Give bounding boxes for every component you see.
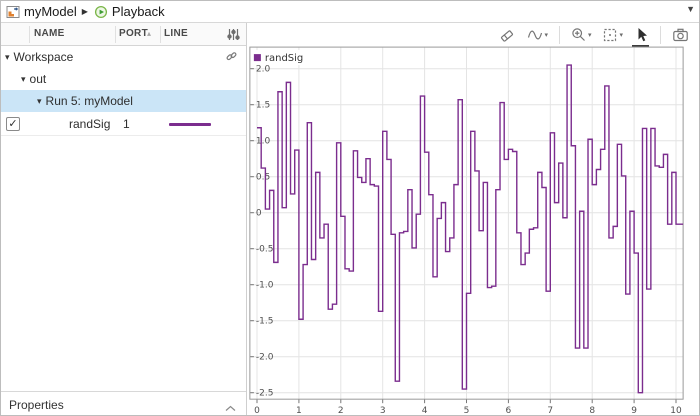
playback-icon: [94, 5, 108, 19]
signal-table-header: NAME PORT ▴ LINE: [1, 23, 246, 46]
eraser-button[interactable]: [497, 26, 518, 44]
svg-text:-1.0: -1.0: [256, 281, 274, 291]
cursor-arrow-button[interactable]: [632, 26, 651, 47]
playback-plot[interactable]: 0 1 2 3 4 5 6 7 8 9 10 2.0 1.5 1.0 0.5 0 -0.5 -1.0 -1.5 -2.…: [247, 45, 699, 416]
svg-text:1.0: 1.0: [256, 137, 271, 147]
plot-legend: randSig: [250, 50, 311, 66]
tree-row-run[interactable]: ▾ Run 5: myModel: [1, 90, 246, 112]
tree-row-out[interactable]: ▾ out: [1, 68, 246, 90]
svg-text:4: 4: [422, 406, 428, 416]
column-divider: [29, 26, 30, 43]
dropdown-caret-icon[interactable]: ▾: [544, 31, 548, 39]
tree-row-signal[interactable]: ✓ randSig 1: [1, 112, 246, 136]
fit-to-view-button[interactable]: ▾: [600, 26, 625, 44]
breadcrumb-model[interactable]: myModel: [24, 4, 77, 19]
svg-text:10: 10: [670, 406, 682, 416]
tree-expand-icon[interactable]: ▾: [5, 52, 10, 63]
plot-panel: ▾ ▾ ▾ 0 1 2 3 4 5 6 7 8 9 10 2.0 1.5 1.0…: [247, 23, 699, 416]
sort-ascending-icon[interactable]: ▴: [147, 29, 151, 38]
breadcrumb: myModel ▶ Playback ▼: [1, 1, 699, 23]
svg-text:0: 0: [254, 406, 260, 416]
svg-text:-1.5: -1.5: [256, 317, 274, 327]
signal-browser-panel: NAME PORT ▴ LINE ▾ Workspace ▾ out ▾ Run…: [1, 23, 246, 415]
collapse-chevron-icon[interactable]: [225, 401, 236, 415]
column-header-port[interactable]: PORT: [119, 28, 148, 39]
svg-text:1: 1: [296, 406, 302, 416]
signal-line-swatch[interactable]: [169, 123, 211, 126]
svg-text:-2.5: -2.5: [256, 389, 274, 399]
plot-toolbar: ▾ ▾ ▾: [247, 23, 699, 47]
svg-text:9: 9: [631, 406, 637, 416]
svg-text:3: 3: [380, 406, 386, 416]
breadcrumb-view[interactable]: Playback: [112, 4, 165, 19]
svg-text:0.5: 0.5: [256, 173, 270, 183]
simulink-model-icon: [6, 5, 20, 19]
zoom-in-button[interactable]: ▾: [569, 26, 594, 44]
column-divider[interactable]: [115, 26, 116, 43]
column-header-name[interactable]: NAME: [34, 28, 65, 39]
camera-snapshot-button[interactable]: [670, 26, 691, 44]
svg-text:8: 8: [589, 406, 595, 416]
tree-expand-icon[interactable]: ▾: [21, 74, 26, 85]
toolbar-separator: [558, 25, 560, 44]
chain-link-icon[interactable]: [225, 50, 238, 66]
svg-text:7: 7: [547, 406, 553, 416]
signal-visibility-checkbox[interactable]: ✓: [6, 117, 20, 131]
svg-text:1.5: 1.5: [256, 101, 270, 111]
properties-section-header[interactable]: Properties: [1, 391, 246, 415]
column-filter-icon[interactable]: [226, 27, 241, 42]
svg-text:0: 0: [256, 209, 262, 219]
tree-expand-icon[interactable]: ▾: [37, 96, 42, 107]
column-header-line[interactable]: LINE: [164, 28, 188, 39]
svg-text:5: 5: [464, 406, 470, 416]
column-divider[interactable]: [160, 26, 161, 43]
simulation-data-inspector-window: myModel ▶ Playback ▼ NAME PORT ▴ LINE ▾ …: [0, 0, 700, 416]
dropdown-caret-icon[interactable]: ▾: [619, 31, 623, 39]
tree-row-label: out: [29, 72, 47, 86]
svg-text:randSig: randSig: [265, 53, 303, 64]
signal-port: 1: [123, 117, 130, 131]
svg-text:2: 2: [338, 406, 344, 416]
dropdown-caret-icon[interactable]: ▾: [588, 31, 592, 39]
svg-text:-2.0: -2.0: [256, 353, 274, 363]
tree-row-label: Run 5: myModel: [45, 94, 133, 108]
tree-row-label: Workspace: [13, 50, 74, 64]
breadcrumb-separator-icon: ▶: [81, 7, 88, 16]
svg-text:2.0: 2.0: [256, 65, 271, 75]
layout-menu-caret-icon[interactable]: ▼: [686, 4, 695, 14]
properties-label: Properties: [9, 397, 64, 412]
signal-wave-button[interactable]: ▾: [525, 26, 550, 44]
toolbar-separator: [660, 25, 661, 44]
signal-name: randSig: [69, 117, 111, 131]
tree-row-workspace[interactable]: ▾ Workspace: [1, 46, 246, 68]
svg-text:-0.5: -0.5: [256, 245, 274, 255]
svg-text:6: 6: [506, 406, 512, 416]
